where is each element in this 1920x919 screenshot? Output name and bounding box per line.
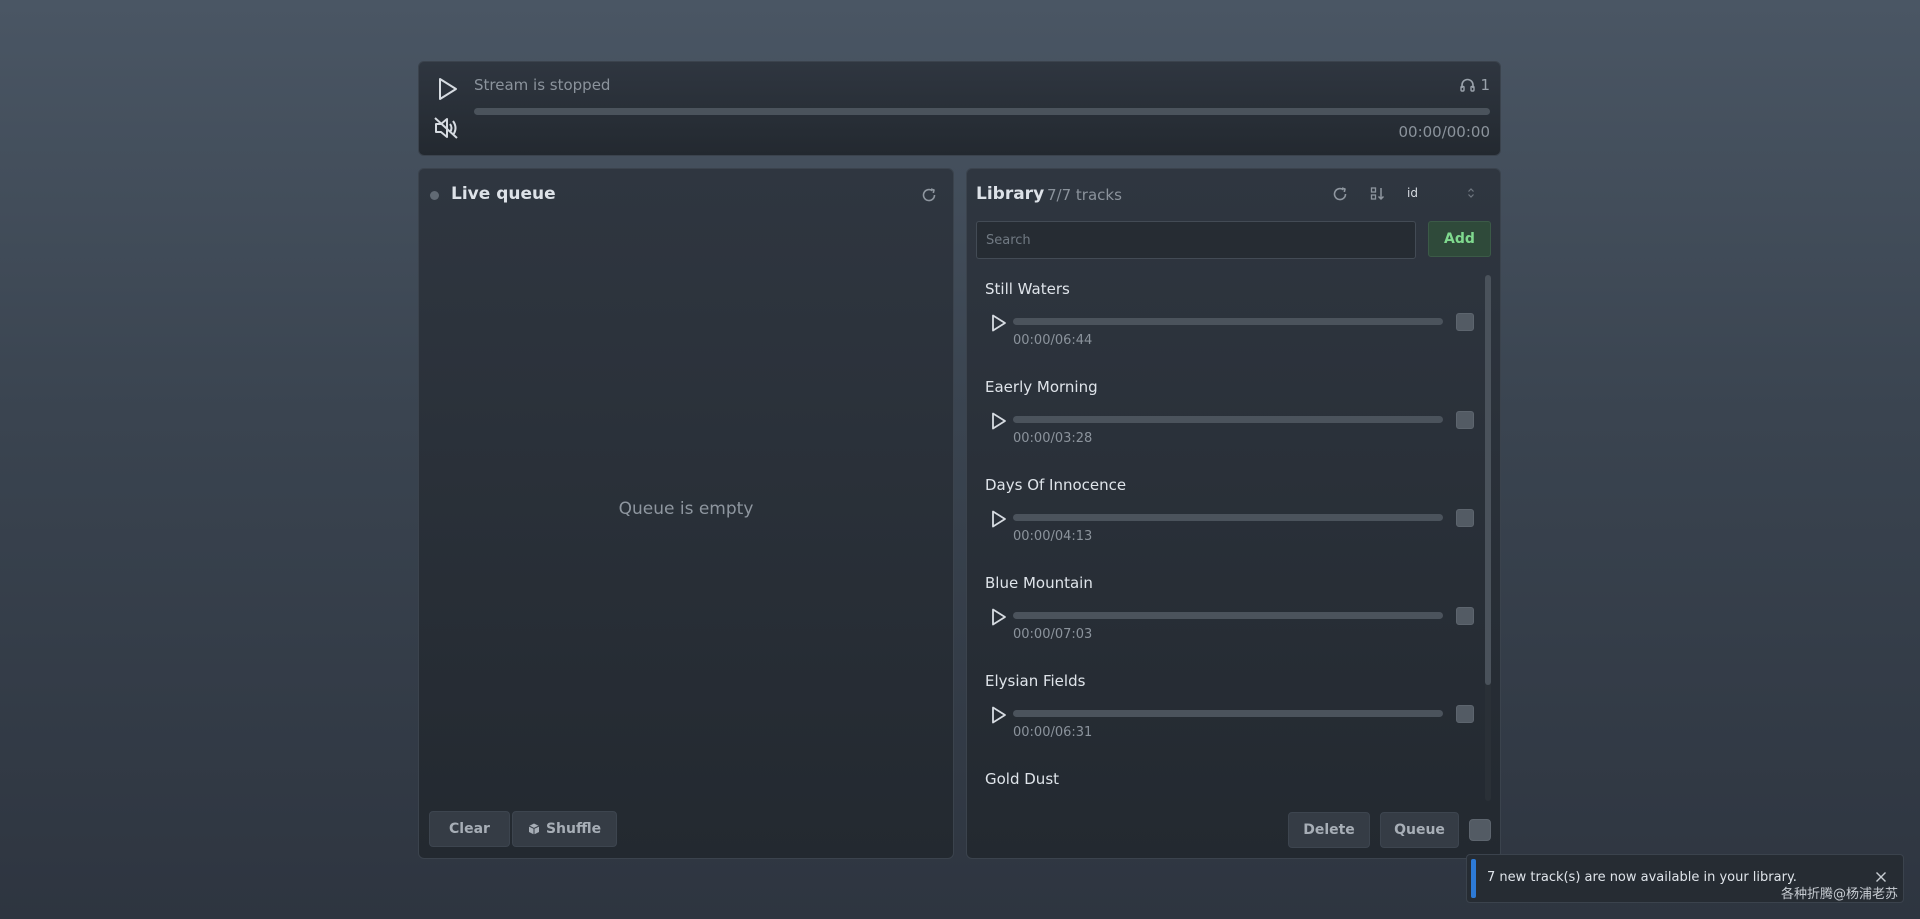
track-time: 00:00/06:31	[1013, 725, 1093, 740]
watermark-text: 各种折腾@杨浦老苏	[1781, 887, 1899, 902]
track-title: Blue Mountain	[985, 574, 1093, 592]
refresh-icon[interactable]	[919, 185, 939, 205]
play-icon[interactable]	[987, 311, 1011, 335]
list-item: Blue Mountain 00:00/07:03	[976, 569, 1482, 667]
dice-icon	[528, 823, 540, 835]
list-item: Gold Dust	[976, 765, 1482, 801]
queue-button[interactable]: Queue	[1380, 812, 1459, 848]
search-input[interactable]	[976, 221, 1416, 259]
clear-button[interactable]: Clear	[429, 811, 510, 847]
stream-time: 00:00/00:00	[1398, 123, 1490, 141]
add-button[interactable]: Add	[1428, 221, 1491, 257]
track-title: Gold Dust	[985, 770, 1060, 788]
select-arrows-icon	[1467, 187, 1475, 199]
list-item: Elysian Fields 00:00/06:31	[976, 667, 1482, 765]
toast-message: 7 new track(s) are now available in your…	[1487, 870, 1797, 885]
track-progress-bar[interactable]	[1013, 612, 1443, 619]
list-item: Eaerly Morning 00:00/03:28	[976, 373, 1482, 471]
track-time: 00:00/07:03	[1013, 627, 1093, 642]
refresh-icon[interactable]	[1330, 184, 1350, 204]
library-track-count: 7/7 tracks	[1047, 186, 1122, 204]
track-list: Still Waters 00:00/06:44 Eaerly Morning …	[976, 275, 1482, 801]
track-progress-bar[interactable]	[1013, 416, 1443, 423]
track-progress-bar[interactable]	[1013, 514, 1443, 521]
play-icon[interactable]	[987, 409, 1011, 433]
listener-count: 1	[1460, 76, 1490, 94]
track-progress-bar[interactable]	[1013, 710, 1443, 717]
queue-status-dot	[430, 191, 439, 200]
shuffle-button[interactable]: Shuffle	[512, 811, 617, 847]
track-title: Elysian Fields	[985, 672, 1086, 690]
sort-direction-icon[interactable]	[1368, 184, 1388, 204]
list-item: Still Waters 00:00/06:44	[976, 275, 1482, 373]
toast-accent-bar	[1471, 859, 1476, 898]
play-icon[interactable]	[987, 605, 1011, 629]
headphones-icon	[1460, 78, 1476, 92]
mute-icon[interactable]	[431, 114, 461, 142]
track-time: 00:00/03:28	[1013, 431, 1093, 446]
track-checkbox[interactable]	[1456, 607, 1474, 625]
clear-button-label: Clear	[449, 821, 490, 837]
live-queue-panel: Live queue Queue is empty Clear Shuffle	[418, 168, 954, 859]
track-checkbox[interactable]	[1456, 705, 1474, 723]
track-checkbox[interactable]	[1456, 509, 1474, 527]
stream-progress-bar[interactable]	[474, 108, 1490, 115]
sort-field-value: id	[1407, 186, 1418, 200]
delete-button-label: Delete	[1303, 822, 1355, 838]
play-icon[interactable]	[987, 507, 1011, 531]
shuffle-button-label: Shuffle	[545, 821, 602, 837]
track-title: Eaerly Morning	[985, 378, 1098, 396]
track-time: 00:00/04:13	[1013, 529, 1093, 544]
stream-status: Stream is stopped	[474, 76, 611, 94]
play-icon[interactable]	[433, 74, 463, 104]
track-title: Still Waters	[985, 280, 1070, 298]
track-checkbox[interactable]	[1456, 313, 1474, 331]
queue-empty-message: Queue is empty	[618, 499, 754, 519]
queue-button-label: Queue	[1394, 822, 1445, 838]
sort-field-select[interactable]: id	[1401, 181, 1481, 205]
track-checkbox[interactable]	[1456, 411, 1474, 429]
listener-count-value: 1	[1480, 76, 1490, 94]
play-icon[interactable]	[987, 703, 1011, 727]
track-time: 00:00/06:44	[1013, 333, 1093, 348]
track-progress-bar[interactable]	[1013, 318, 1443, 325]
delete-button[interactable]: Delete	[1288, 812, 1370, 848]
scrollbar-thumb[interactable]	[1485, 275, 1491, 685]
track-title: Days Of Innocence	[985, 476, 1127, 494]
player-bar: Stream is stopped 1 00:00/00:00	[418, 61, 1501, 156]
library-title: Library	[976, 184, 1045, 204]
library-panel: Library 7/7 tracks id Add Still Waters 0…	[966, 168, 1501, 859]
queue-title: Live queue	[451, 184, 556, 204]
select-all-checkbox[interactable]	[1469, 819, 1491, 841]
list-item: Days Of Innocence 00:00/04:13	[976, 471, 1482, 569]
